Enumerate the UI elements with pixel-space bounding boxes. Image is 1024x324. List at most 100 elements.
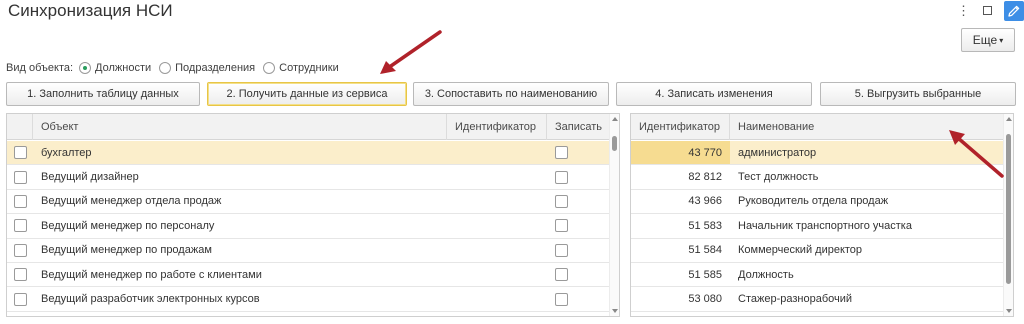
upload-selected-button[interactable]: 5. Выгрузить выбранные bbox=[820, 82, 1016, 106]
table-header: Объект Идентификатор Записать bbox=[7, 114, 611, 140]
vertical-scrollbar[interactable] bbox=[609, 114, 619, 316]
table-body: бухгалтер Ведущий дизайнер Ведущий менедже… bbox=[7, 141, 611, 312]
record-identifier: 82 812 bbox=[688, 171, 722, 184]
row-select-cell[interactable] bbox=[7, 287, 33, 310]
row-select-checkbox[interactable] bbox=[13, 146, 27, 160]
row-select-checkbox[interactable] bbox=[13, 243, 27, 257]
more-actions-icon[interactable]: ⋮ bbox=[957, 4, 970, 18]
page-title: Синхронизация НСИ bbox=[8, 1, 173, 20]
row-select-checkbox[interactable] bbox=[13, 292, 27, 306]
radio-employees-label: Сотрудники bbox=[279, 62, 339, 74]
record-name: Коммерческий директор bbox=[738, 244, 863, 257]
column-header-write[interactable]: Записать bbox=[547, 114, 611, 140]
annotation-arrow-icon bbox=[949, 130, 1004, 178]
radio-button[interactable] bbox=[159, 62, 172, 74]
object-identifier bbox=[447, 214, 547, 237]
object-identifier bbox=[447, 263, 547, 286]
write-cell[interactable] bbox=[547, 263, 611, 286]
object-name: Ведущий менеджер по персоналу bbox=[41, 219, 215, 232]
object-name: Ведущий менеджер отдела продаж bbox=[41, 195, 222, 208]
radio-employees[interactable]: Сотрудники bbox=[263, 62, 339, 74]
column-header-identifier[interactable]: Идентификатор bbox=[631, 114, 730, 140]
more-button[interactable]: Еще ▾ bbox=[961, 28, 1015, 52]
record-name: Начальник транспортного участка bbox=[738, 219, 912, 232]
object-identifier bbox=[447, 239, 547, 262]
record-identifier: 43 966 bbox=[688, 195, 722, 208]
write-checkbox[interactable] bbox=[555, 268, 568, 282]
record-name: Стажер-разнорабочий bbox=[738, 293, 853, 306]
table-row[interactable]: Ведущий менеджер по работе с клиентами bbox=[7, 263, 611, 288]
write-checkbox[interactable] bbox=[555, 292, 568, 306]
radio-button[interactable] bbox=[263, 62, 276, 74]
table-row[interactable]: Ведущий дизайнер bbox=[7, 165, 611, 190]
row-select-cell[interactable] bbox=[7, 263, 33, 286]
write-cell[interactable] bbox=[547, 239, 611, 262]
write-cell[interactable] bbox=[547, 287, 611, 310]
get-data-from-service-button[interactable]: 2. Получить данные из сервиса bbox=[207, 82, 407, 106]
radio-button-checked[interactable] bbox=[79, 62, 92, 74]
record-name: Руководитель отдела продаж bbox=[738, 195, 889, 208]
table-row[interactable]: бухгалтер bbox=[7, 141, 611, 166]
row-select-cell[interactable] bbox=[7, 141, 33, 164]
write-cell[interactable] bbox=[547, 141, 611, 164]
row-select-checkbox[interactable] bbox=[13, 219, 27, 233]
object-name: Ведущий дизайнер bbox=[41, 171, 139, 184]
fill-table-button[interactable]: 1. Заполнить таблицу данных bbox=[6, 82, 200, 106]
object-identifier bbox=[447, 165, 547, 188]
column-header-identifier[interactable]: Идентификатор bbox=[447, 114, 547, 140]
write-cell[interactable] bbox=[547, 190, 611, 213]
row-select-checkbox[interactable] bbox=[13, 170, 27, 184]
column-header-object[interactable]: Объект bbox=[33, 114, 447, 140]
match-by-name-button[interactable]: 3. Сопоставить по наименованию bbox=[413, 82, 609, 106]
table-row[interactable]: 43 966 Руководитель отдела продаж bbox=[631, 190, 1005, 215]
record-identifier: 51 583 bbox=[688, 219, 722, 232]
scroll-down-icon[interactable] bbox=[1006, 309, 1012, 313]
table-row[interactable]: Ведущий разработчик электронных курсов bbox=[7, 287, 611, 312]
more-button-label: Еще bbox=[972, 33, 998, 47]
scroll-down-icon[interactable] bbox=[612, 309, 618, 313]
radio-positions-label: Должности bbox=[95, 62, 152, 74]
write-cell[interactable] bbox=[547, 165, 611, 188]
scrollbar-thumb[interactable] bbox=[1006, 134, 1011, 284]
write-cell[interactable] bbox=[547, 214, 611, 237]
object-name: Ведущий менеджер по работе с клиентами bbox=[41, 268, 262, 281]
save-changes-button[interactable]: 4. Записать изменения bbox=[616, 82, 812, 106]
radio-departments-label: Подразделения bbox=[175, 62, 256, 74]
object-name: Ведущий разработчик электронных курсов bbox=[41, 293, 260, 306]
radio-positions[interactable]: Должности bbox=[79, 62, 151, 74]
object-name: бухгалтер bbox=[41, 146, 92, 159]
scrollbar-thumb[interactable] bbox=[612, 136, 617, 151]
scroll-up-icon[interactable] bbox=[1006, 117, 1012, 121]
write-checkbox[interactable] bbox=[555, 243, 568, 257]
object-kind-label: Вид объекта: bbox=[6, 62, 74, 74]
maximize-icon[interactable] bbox=[983, 6, 992, 15]
table-row[interactable]: Ведущий менеджер отдела продаж bbox=[7, 190, 611, 215]
object-identifier bbox=[447, 287, 547, 310]
write-checkbox[interactable] bbox=[555, 146, 568, 160]
table-row[interactable]: 51 584 Коммерческий директор bbox=[631, 239, 1005, 263]
row-select-cell[interactable] bbox=[7, 239, 33, 262]
record-identifier: 51 585 bbox=[688, 268, 722, 281]
edit-form-button[interactable] bbox=[1004, 1, 1024, 21]
record-name: Должность bbox=[738, 268, 794, 281]
table-row[interactable]: Ведущий менеджер по продажам bbox=[7, 239, 611, 263]
table-row[interactable]: Ведущий менеджер по персоналу bbox=[7, 214, 611, 239]
object-kind-group: Вид объекта: Должности Подразделения Сот… bbox=[6, 61, 347, 75]
record-identifier: 53 080 bbox=[688, 293, 722, 306]
row-select-cell[interactable] bbox=[7, 190, 33, 213]
write-checkbox[interactable] bbox=[555, 170, 568, 184]
row-select-checkbox[interactable] bbox=[13, 268, 27, 282]
row-select-checkbox[interactable] bbox=[13, 194, 27, 208]
objects-table[interactable]: Объект Идентификатор Записать бухгалтер В… bbox=[6, 113, 620, 317]
table-row[interactable]: 51 585 Должность bbox=[631, 263, 1005, 288]
scroll-up-icon[interactable] bbox=[612, 117, 618, 121]
table-row[interactable]: 53 080 Стажер-разнорабочий bbox=[631, 287, 1005, 312]
record-identifier: 51 584 bbox=[688, 244, 722, 257]
object-name: Ведущий менеджер по продажам bbox=[41, 244, 212, 257]
row-select-cell[interactable] bbox=[7, 214, 33, 237]
radio-departments[interactable]: Подразделения bbox=[159, 62, 255, 74]
write-checkbox[interactable] bbox=[555, 194, 568, 208]
row-select-cell[interactable] bbox=[7, 165, 33, 188]
table-row[interactable]: 51 583 Начальник транспортного участка bbox=[631, 214, 1005, 239]
write-checkbox[interactable] bbox=[555, 219, 568, 233]
